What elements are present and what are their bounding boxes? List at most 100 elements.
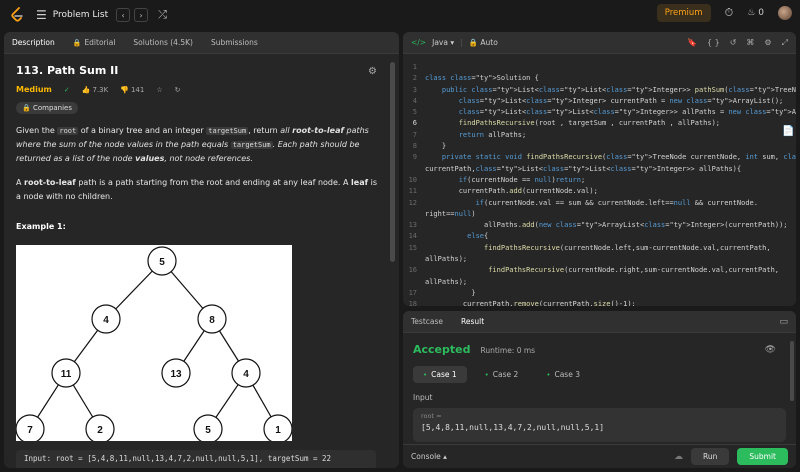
problem-title: 113. Path Sum II (16, 64, 119, 77)
settings-icon[interactable]: ⚙ (368, 66, 377, 77)
code-line[interactable]: 3 public class="ty">List<class="ty">List… (403, 85, 796, 96)
line-number (403, 209, 425, 220)
desc-code: targetSum (206, 127, 249, 135)
braces-icon[interactable]: { } (707, 38, 720, 48)
tab-label: Solutions (4.5K) (133, 38, 193, 47)
expand-icon[interactable]: ⤢ (782, 38, 788, 48)
desc-text: of a binary tree and an integer (78, 126, 207, 135)
tab-description[interactable]: Description (12, 38, 55, 47)
line-number: 3 (412, 85, 417, 94)
runtime-label: Runtime: 0 ms (480, 346, 536, 355)
code-line[interactable]: right==null) (403, 209, 796, 220)
line-number: 18 (408, 300, 417, 306)
code-text: allPaths.add(new class="ty">ArrayList<cl… (425, 221, 788, 230)
code-line[interactable]: currentPath,class="ty">List<class="ty">L… (403, 164, 796, 175)
eye-icon[interactable]: 👁 (765, 345, 776, 355)
code-line[interactable]: 14 else{ (403, 231, 796, 242)
prev-problem-button[interactable]: ‹ (116, 8, 131, 22)
code-line[interactable]: allPaths); (403, 277, 796, 288)
code-line[interactable]: 17 } (403, 288, 796, 299)
code-text: findPathsRecursive(root , targetSum , cu… (458, 119, 721, 128)
timer-icon[interactable]: ⏱ (725, 6, 734, 20)
tab-result[interactable]: Result (461, 317, 484, 326)
star-icon[interactable]: ☆ (156, 86, 162, 94)
collapse-icon[interactable]: ▭ (779, 317, 788, 327)
thumbs-up-icon: 👍 (81, 85, 91, 94)
desc-code: root (57, 127, 79, 135)
code-line[interactable]: 1 (403, 62, 796, 73)
code-line[interactable]: 11 currentPath.add(currentNode.val); (403, 186, 796, 197)
input-key: root = (421, 412, 442, 420)
dislike-button[interactable]: 👎 141 (120, 86, 144, 94)
like-button[interactable]: 👍 7.3K (82, 86, 108, 94)
code-line[interactable]: 9 private static void findPathsRecursive… (403, 152, 796, 163)
language-select[interactable]: Java ▾ (432, 38, 454, 47)
shortcuts-icon[interactable]: ⌘ (746, 38, 754, 48)
cloud-icon[interactable]: ☁ (674, 452, 683, 462)
avatar[interactable] (778, 6, 792, 20)
tab-editorial[interactable]: 🔒 Editorial (73, 38, 116, 47)
code-line[interactable]: 5 class="ty">List<class="ty">List<class=… (403, 107, 796, 118)
code-line[interactable]: 2 class class="ty">Solution { (403, 73, 796, 84)
bookmark-icon[interactable]: 🔖 (687, 38, 697, 48)
code-text: if(currentNode == null)return; (458, 175, 586, 184)
tree-node-label: 5 (205, 425, 211, 436)
tab-submissions[interactable]: Submissions (211, 38, 258, 47)
line-number: 16 (408, 266, 417, 275)
tab-solutions[interactable]: Solutions (4.5K) (133, 38, 193, 47)
next-problem-button[interactable]: › (134, 8, 149, 22)
code-text: private static void findPathsRecursive(c… (441, 153, 796, 162)
lock-icon: 🔒 (72, 38, 82, 47)
desc-bold: root-to-leaf (24, 178, 76, 187)
desc-text: A (16, 178, 25, 187)
streak-count: 0 (758, 8, 764, 18)
code-text: else{ (467, 232, 489, 241)
result-scrollbar[interactable] (790, 341, 794, 401)
premium-button[interactable]: Premium (656, 4, 711, 22)
companies-tag[interactable]: 🔒 Companies (16, 102, 79, 114)
code-line[interactable]: 7 return allPaths; (403, 130, 796, 141)
code-line[interactable]: 13 allPaths.add(new class="ty">ArrayList… (403, 220, 796, 231)
code-line[interactable]: 8 } (403, 141, 796, 152)
gear-icon[interactable]: ⚙ (764, 38, 771, 48)
line-number: 17 (408, 288, 417, 297)
code-line[interactable]: 12 if(currentNode.val == sum && currentN… (403, 198, 796, 209)
example-input: Input: root = [5,4,8,11,null,13,4,7,2,nu… (16, 450, 376, 468)
tree-node-label: 2 (97, 425, 103, 436)
case-tab-2[interactable]: • Case 2 (475, 366, 529, 383)
problem-description: Given the root of a binary tree and an i… (16, 124, 381, 166)
code-line[interactable]: 6 findPathsRecursive(root , targetSum , … (403, 118, 796, 129)
problem-list-link[interactable]: Problem List (53, 10, 108, 20)
submit-button[interactable]: Submit (737, 448, 788, 465)
code-line[interactable]: 15 findPathsRecursive(currentNode.left,s… (403, 243, 796, 254)
line-number: 9 (412, 153, 417, 162)
code-editor-panel: </> Java ▾ | 🔒 Auto 🔖 { } ↺ ⌘ ⚙ ⤢ 1 2 clas… (403, 32, 796, 306)
tab-label: Testcase (411, 317, 444, 326)
top-nav: ☰ Problem List ‹ › ⤮ Premium ⏱ ♨ 0 (0, 0, 800, 30)
problem-list-icon[interactable]: ☰ (36, 8, 47, 22)
code-line[interactable]: 16 findPathsRecursive(currentNode.right,… (403, 265, 796, 276)
code-area[interactable]: 1 2 class class="ty">Solution {3 public cl… (403, 54, 796, 306)
run-button[interactable]: Run (691, 448, 730, 465)
code-text: } (425, 288, 476, 297)
case-label: Case 1 (431, 370, 457, 379)
code-line[interactable]: 10 if(currentNode == null)return; (403, 175, 796, 186)
tab-testcase[interactable]: Testcase (411, 317, 443, 326)
refresh-icon[interactable]: ↻ (175, 86, 181, 94)
leetcode-logo-icon[interactable] (10, 7, 24, 23)
code-line[interactable]: 18 currentPath.remove(currentPath.size()… (403, 299, 796, 306)
notes-icon[interactable]: 📄 (782, 126, 800, 144)
console-button[interactable]: Console ▴ (411, 452, 447, 461)
streak-counter[interactable]: ♨ 0 (747, 8, 764, 18)
reset-icon[interactable]: ↺ (730, 38, 737, 48)
code-text: if(currentNode.val == sum && currentNode… (475, 198, 758, 207)
code-line[interactable]: 4 class="ty">List<class="ty">Integer> cu… (403, 96, 796, 107)
shuffle-icon[interactable]: ⤮ (158, 8, 167, 22)
case-tabs: • Case 1 • Case 2 • Case 3 (413, 366, 786, 383)
code-text: } (425, 142, 447, 151)
case-tab-1[interactable]: • Case 1 (413, 366, 467, 383)
code-line[interactable]: allPaths); (403, 254, 796, 265)
line-number: 15 (408, 243, 417, 252)
description-scrollbar[interactable] (390, 62, 395, 262)
case-tab-3[interactable]: • Case 3 (536, 366, 590, 383)
